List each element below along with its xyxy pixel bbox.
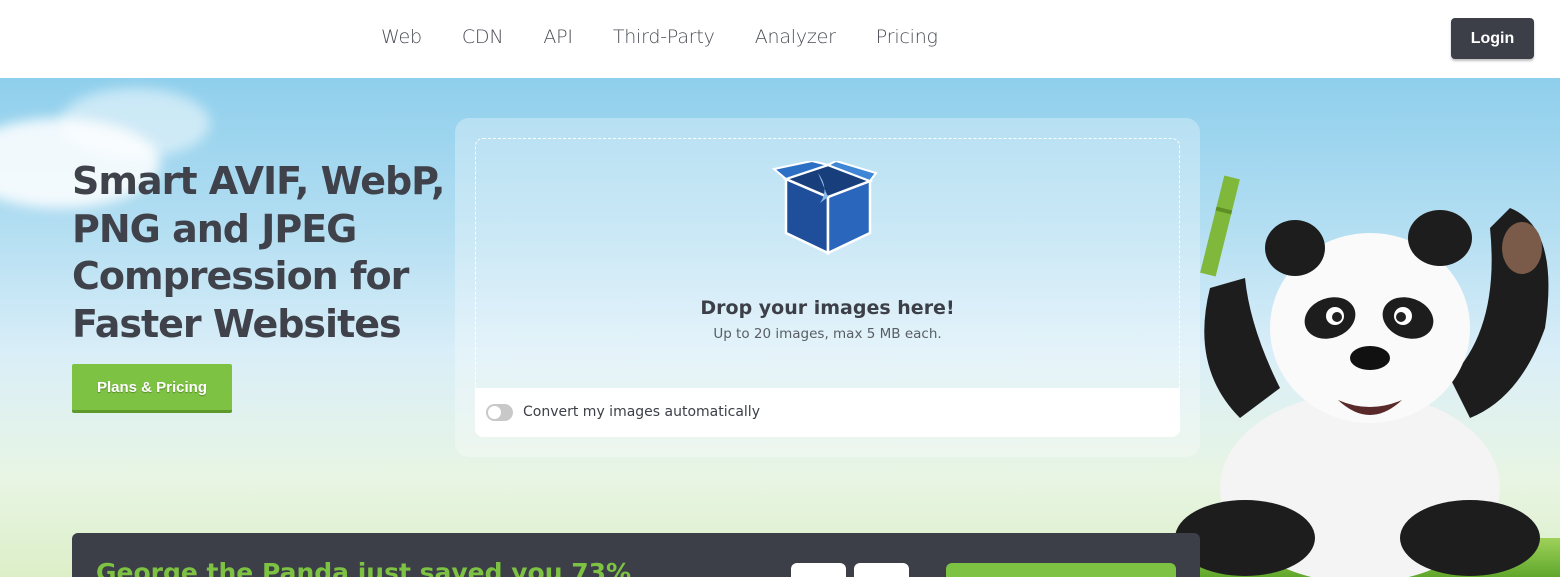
savings-text: George the Panda just saved you 73% (96, 558, 632, 577)
stat-box (854, 563, 909, 577)
hero-headline: Smart AVIF, WebP, PNG and JPEG Compressi… (72, 159, 445, 346)
share-button[interactable] (946, 563, 1176, 577)
plans-pricing-button[interactable]: Plans & Pricing (72, 364, 232, 413)
login-button[interactable]: Login (1451, 18, 1534, 59)
header: Web CDN API Third-Party Analyzer Pricing… (0, 0, 1560, 78)
convert-toggle[interactable] (486, 404, 513, 421)
drop-area[interactable]: Drop your images here! Up to 20 images, … (475, 138, 1180, 388)
convert-toggle-label: Convert my images automatically (523, 404, 760, 420)
nav-analyzer[interactable]: Analyzer (755, 26, 836, 48)
stat-box (791, 563, 846, 577)
savings-banner: George the Panda just saved you 73% (72, 533, 1200, 577)
nav-api[interactable]: API (543, 26, 573, 48)
cloud-decoration (60, 88, 210, 158)
dropzone-footer: Convert my images automatically (475, 388, 1180, 437)
hero: Smart AVIF, WebP, PNG and JPEG Compressi… (0, 78, 1560, 577)
drop-title: Drop your images here! (700, 297, 955, 319)
nav-web[interactable]: Web (381, 26, 422, 48)
main-nav: Web CDN API Third-Party Analyzer Pricing (381, 26, 978, 48)
drop-subtitle: Up to 20 images, max 5 MB each. (713, 326, 942, 342)
box-icon (772, 161, 878, 255)
nav-pricing[interactable]: Pricing (876, 26, 938, 48)
panda-mascot (1175, 175, 1549, 577)
nav-third-party[interactable]: Third-Party (613, 26, 715, 48)
nav-cdn[interactable]: CDN (462, 26, 504, 48)
dropzone[interactable]: Drop your images here! Up to 20 images, … (455, 118, 1200, 457)
